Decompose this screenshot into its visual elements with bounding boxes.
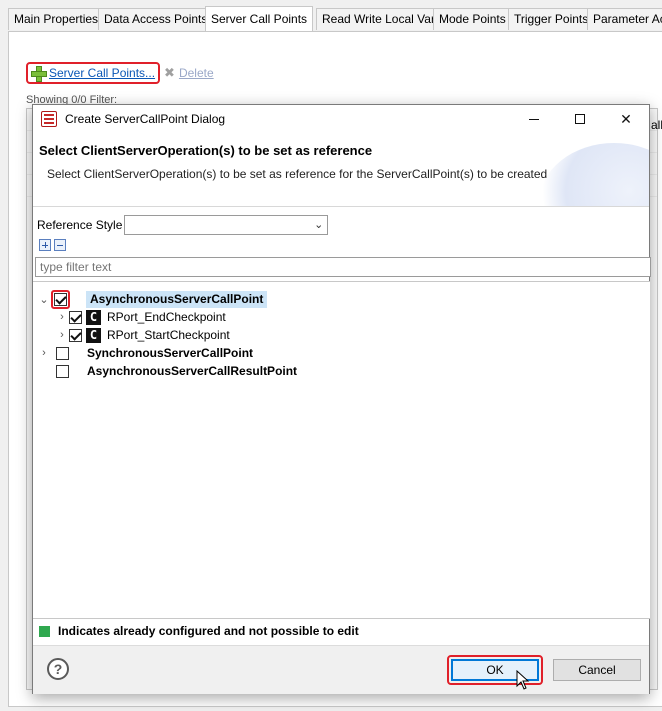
minimize-icon — [529, 118, 539, 120]
chevron-right-icon[interactable]: › — [37, 344, 51, 362]
tree-item-label: RPort_StartCheckpoint — [107, 328, 230, 342]
tab-mode-points[interactable]: Mode Points — [433, 8, 512, 30]
dialog-titlebar: Create ServerCallPoint Dialog ✕ — [33, 105, 649, 133]
tab-trigger-points[interactable]: Trigger Points — [508, 8, 595, 30]
tree-item-asynchronous-server-call-point[interactable]: ⌄ AsynchronousServerCallPoint — [37, 289, 268, 309]
tab-read-write-local-var[interactable]: Read Write Local Var — [316, 8, 441, 30]
reference-style-label: Reference Style — [37, 218, 123, 232]
editor-toolbar: Server Call Points... ✖ Delete — [26, 62, 214, 84]
tree-item-synchronous-server-call-point[interactable]: › SynchronousServerCallPoint — [37, 344, 253, 362]
tree-item-checkbox[interactable] — [69, 328, 82, 342]
tree-item-asynchronous-server-call-result-point[interactable]: AsynchronousServerCallResultPoint — [51, 362, 297, 380]
tree-item-label: RPort_EndCheckpoint — [107, 310, 226, 324]
chevron-down-icon[interactable]: ⌄ — [37, 290, 51, 308]
legend-text: Indicates already configured and not pos… — [58, 624, 359, 638]
legend: Indicates already configured and not pos… — [39, 624, 359, 638]
maximize-button[interactable] — [557, 105, 603, 133]
tab-main-properties[interactable]: Main Properties — [8, 8, 105, 30]
help-icon: ? — [53, 661, 63, 677]
header-banner-art — [539, 143, 649, 206]
expand-all-button[interactable] — [39, 239, 51, 251]
dialog-header-title: Select ClientServerOperation(s) to be se… — [39, 143, 373, 158]
mouse-cursor-icon — [516, 670, 530, 690]
checkbox-highlight — [51, 289, 70, 309]
tree-item-rport-endcheckpoint[interactable]: › C RPort_EndCheckpoint — [55, 308, 226, 326]
dialog-header-message: Select ClientServerOperation(s) to be se… — [47, 167, 548, 181]
cancel-button[interactable]: Cancel — [553, 659, 641, 681]
reference-style-row: Reference Style ⌄ — [37, 215, 329, 235]
reference-style-select[interactable]: ⌄ — [124, 215, 329, 235]
table-column-header-partial: all — [651, 118, 662, 132]
tab-server-call-points[interactable]: Server Call Points — [205, 6, 314, 32]
create-servercallpoint-dialog: Create ServerCallPoint Dialog ✕ Select C… — [32, 104, 651, 694]
tree-item-label: SynchronousServerCallPoint — [87, 346, 254, 360]
tree-item-rport-startcheckpoint[interactable]: › C RPort_StartCheckpoint — [55, 326, 230, 344]
chevron-down-icon: ⌄ — [314, 219, 324, 231]
chevron-right-icon[interactable]: › — [55, 308, 69, 326]
minimize-button[interactable] — [511, 105, 557, 133]
dialog-title: Create ServerCallPoint Dialog — [65, 112, 226, 126]
editor-tab-strip: Main Properties Data Access Points Serve… — [0, 0, 662, 32]
configured-indicator-icon — [39, 625, 50, 637]
client-server-operation-icon: C — [86, 309, 101, 325]
add-server-call-points-link[interactable]: Server Call Points... — [49, 66, 155, 80]
expand-collapse-controls — [39, 239, 66, 251]
tree-item-checkbox[interactable] — [54, 292, 67, 306]
window-controls: ✕ — [511, 105, 649, 133]
close-icon: ✕ — [620, 110, 632, 127]
tree-item-checkbox[interactable] — [69, 310, 82, 324]
tree-item-label: AsynchronousServerCallResultPoint — [87, 364, 298, 378]
application-icon — [41, 111, 57, 127]
tree-item-checkbox[interactable] — [56, 346, 69, 360]
chevron-right-icon[interactable]: › — [55, 326, 69, 344]
dialog-header: Select ClientServerOperation(s) to be se… — [33, 133, 649, 207]
add-icon — [31, 66, 47, 82]
collapse-all-button[interactable] — [54, 239, 66, 251]
tab-parameter-access[interactable]: Parameter Ac — [587, 8, 662, 30]
delete-icon: ✖ — [164, 65, 175, 80]
operation-tree: ⌄ AsynchronousServerCallPoint › C RPort_… — [33, 281, 650, 619]
filter-input[interactable] — [35, 257, 651, 277]
tree-item-label: AsynchronousServerCallPoint — [86, 290, 268, 308]
help-button[interactable]: ? — [47, 658, 69, 680]
dialog-footer: ? OK Cancel — [33, 645, 649, 694]
close-button[interactable]: ✕ — [603, 105, 649, 133]
tab-data-access-points[interactable]: Data Access Points — [98, 8, 214, 30]
delete-link[interactable]: Delete — [179, 66, 214, 80]
tree-item-checkbox[interactable] — [56, 364, 69, 378]
maximize-icon — [575, 114, 585, 124]
add-server-call-points-highlight: Server Call Points... — [26, 62, 161, 84]
client-server-operation-icon: C — [86, 327, 101, 343]
